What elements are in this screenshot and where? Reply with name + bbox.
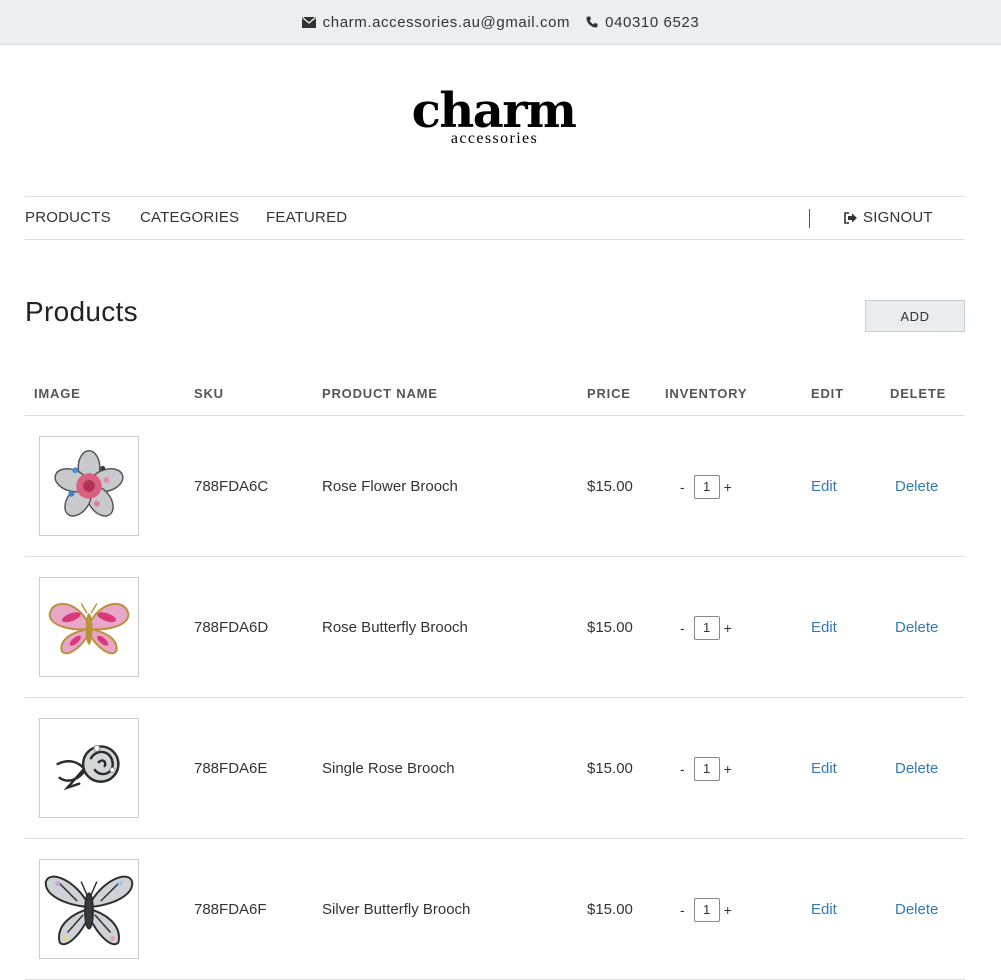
nav-item-categories[interactable]: CATEGORIES <box>140 197 239 239</box>
header-inventory: INVENTORY <box>665 386 748 401</box>
main-nav: PRODUCTS CATEGORIES FEATURED SIGNOUT <box>25 196 965 240</box>
header-sku: SKU <box>194 386 224 401</box>
contact-bar: charm.accessories.au@gmail.com 040310 65… <box>0 0 1001 45</box>
quantity-input[interactable]: 1 <box>693 757 720 781</box>
inventory-stepper: - 1 + <box>680 616 732 640</box>
inventory-stepper: - 1 + <box>680 475 732 499</box>
edit-link[interactable]: Edit <box>811 901 837 918</box>
signout-label: SIGNOUT <box>863 209 933 226</box>
decrement-button[interactable]: - <box>680 479 685 495</box>
increment-button[interactable]: + <box>724 902 732 918</box>
page-title: Products <box>25 296 138 327</box>
edit-link[interactable]: Edit <box>811 619 837 636</box>
envelope-icon <box>301 16 316 28</box>
product-name: Rose Butterfly Brooch <box>322 619 468 636</box>
increment-button[interactable]: + <box>724 761 732 777</box>
product-price: $15.00 <box>587 901 633 918</box>
logo-wordmark: charm <box>411 83 577 139</box>
delete-link[interactable]: Delete <box>895 760 938 777</box>
table-header: IMAGE SKU PRODUCT NAME PRICE INVENTORY E… <box>25 372 965 416</box>
header-edit: EDIT <box>811 386 844 401</box>
nav-item-featured[interactable]: FEATURED <box>266 197 347 239</box>
phone-icon <box>586 16 598 28</box>
logo-tagline: accessories <box>450 130 539 147</box>
table-row: 788FDA6C Rose Flower Brooch $15.00 - 1 +… <box>25 416 965 557</box>
header-delete: DELETE <box>890 386 947 401</box>
product-price: $15.00 <box>587 619 633 636</box>
product-name: Silver Butterfly Brooch <box>322 901 471 918</box>
delete-link[interactable]: Delete <box>895 619 938 636</box>
quantity-input[interactable]: 1 <box>693 898 720 922</box>
product-image[interactable] <box>39 436 139 536</box>
sign-out-icon <box>844 212 857 224</box>
edit-link[interactable]: Edit <box>811 760 837 777</box>
increment-button[interactable]: + <box>724 479 732 495</box>
email-contact[interactable]: charm.accessories.au@gmail.com <box>301 13 571 31</box>
rose-flower-brooch-image <box>54 449 124 517</box>
delete-link[interactable]: Delete <box>895 901 938 918</box>
product-name: Single Rose Brooch <box>322 760 455 777</box>
inventory-stepper: - 1 + <box>680 898 732 922</box>
product-name: Rose Flower Brooch <box>322 478 458 495</box>
product-image[interactable] <box>39 859 139 959</box>
decrement-button[interactable]: - <box>680 761 685 777</box>
header-product-name: PRODUCT NAME <box>322 386 438 401</box>
signout-link[interactable]: SIGNOUT <box>844 197 933 239</box>
decrement-button[interactable]: - <box>680 620 685 636</box>
phone-contact[interactable]: 040310 6523 <box>586 14 699 31</box>
product-sku: 788FDA6C <box>194 478 269 495</box>
product-sku: 788FDA6E <box>194 760 268 777</box>
product-image[interactable] <box>39 718 139 818</box>
products-table: IMAGE SKU PRODUCT NAME PRICE INVENTORY E… <box>25 372 965 980</box>
header-price: PRICE <box>587 386 631 401</box>
inventory-stepper: - 1 + <box>680 757 732 781</box>
add-product-button[interactable]: ADD <box>865 300 965 332</box>
nav-divider <box>809 209 810 228</box>
table-row: 788FDA6E Single Rose Brooch $15.00 - 1 +… <box>25 698 965 839</box>
table-row: 788FDA6D Rose Butterfly Brooch $15.00 - … <box>25 557 965 698</box>
quantity-input[interactable]: 1 <box>693 616 720 640</box>
product-sku: 788FDA6F <box>194 901 267 918</box>
email-text: charm.accessories.au@gmail.com <box>322 13 571 31</box>
product-image[interactable] <box>39 577 139 677</box>
brand-logo[interactable]: charm accessories <box>0 83 1001 147</box>
silver-butterfly-brooch-image <box>44 875 134 946</box>
quantity-input[interactable]: 1 <box>693 475 720 499</box>
table-row: 788FDA6F Silver Butterfly Brooch $15.00 … <box>25 839 965 980</box>
product-sku: 788FDA6D <box>194 619 269 636</box>
decrement-button[interactable]: - <box>680 902 685 918</box>
phone-text: 040310 6523 <box>605 13 700 31</box>
header-image: IMAGE <box>34 386 81 401</box>
nav-item-products[interactable]: PRODUCTS <box>25 197 111 239</box>
single-rose-brooch-image <box>56 744 120 791</box>
edit-link[interactable]: Edit <box>811 478 837 495</box>
product-price: $15.00 <box>587 760 633 777</box>
delete-link[interactable]: Delete <box>895 478 938 495</box>
increment-button[interactable]: + <box>724 620 732 636</box>
product-price: $15.00 <box>587 478 633 495</box>
rose-butterfly-brooch-image <box>48 603 130 655</box>
